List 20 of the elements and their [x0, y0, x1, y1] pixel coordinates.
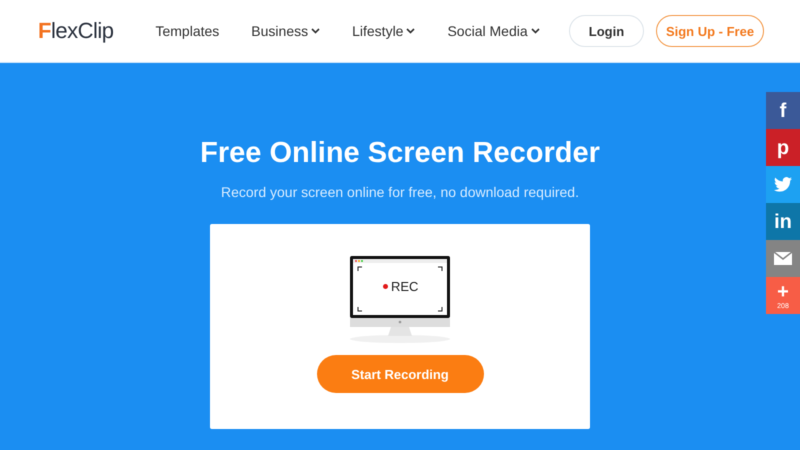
linkedin-share-button[interactable]: in	[766, 203, 800, 240]
chevron-down-icon	[311, 28, 320, 34]
record-dot-icon	[383, 284, 388, 289]
chevron-down-icon	[530, 28, 540, 34]
nav-link[interactable]: Business	[251, 23, 320, 39]
login-button[interactable]: Login	[569, 15, 644, 47]
page-title: Free Online Screen Recorder	[200, 137, 600, 170]
bird-icon	[774, 177, 792, 192]
twitter-share-button[interactable]	[766, 166, 800, 203]
logo[interactable]: FlexClip	[38, 18, 114, 44]
chevron-down-icon	[406, 28, 416, 34]
facebook-share-button[interactable]: f	[766, 92, 800, 129]
nav-link[interactable]: Templates	[155, 23, 220, 39]
nav-link[interactable]: Social Media	[447, 23, 540, 39]
envelope-icon	[774, 252, 792, 265]
subtitle: Record your screen online for free, no download required.	[221, 184, 579, 200]
email-share-button[interactable]	[766, 240, 800, 277]
pinterest-share-button[interactable]: p	[766, 129, 800, 166]
nav-link[interactable]: Lifestyle	[352, 23, 416, 39]
rec-label: REC	[391, 279, 418, 294]
